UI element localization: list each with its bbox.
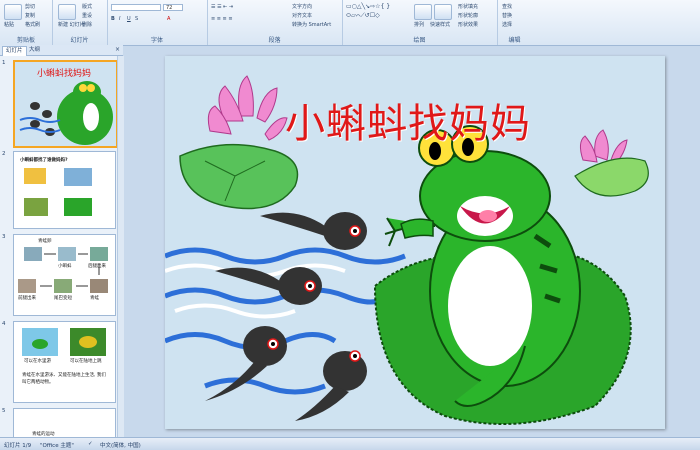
reset-button[interactable]: 重设 — [82, 12, 92, 19]
thumb3-label: 前腿出来 — [18, 296, 36, 301]
slide-thumbnails-panel: 1 小蝌蚪找妈妈 2 小蝌蚪都找了谁做妈妈? 3 青蛙卵 小蝌蚪 后腿出来 前腿… — [0, 56, 124, 437]
clipboard-group: 粘贴 剪切 复制 格式刷 剪贴板 — [0, 0, 53, 45]
shapes-gallery[interactable]: ▭○△╲↘⇨☆{ } — [346, 3, 390, 10]
paragraph-label: 段落 — [268, 37, 281, 44]
align-icon[interactable]: ≡ ≡ ≡ ≡ — [211, 16, 233, 22]
thumb3-art — [18, 247, 108, 293]
thumb4-body: 青蛙在水里游泳、又能在陆地上生活, 我们叫它两栖动物。 — [22, 373, 106, 385]
slides-group: 新建 幻灯片 版式 重设 删除 幻灯片 — [52, 0, 108, 45]
thumb-number: 1 — [2, 60, 6, 66]
new-slide-icon[interactable] — [58, 4, 76, 20]
thumb-number: 5 — [2, 408, 6, 414]
quick-styles-button[interactable]: 快速样式 — [430, 21, 450, 28]
editing-label: 编辑 — [508, 37, 521, 44]
thumbnail-scrollbar[interactable] — [117, 56, 124, 437]
clipboard-label: 剪贴板 — [16, 37, 35, 44]
paragraph-group: ☰ ☰ ⇤ ⇥ ≡ ≡ ≡ ≡ 文字方向 对齐文本 转换为 SmartArt 段… — [207, 0, 343, 45]
thumb1-title: 小蝌蚪找妈妈 — [37, 69, 92, 79]
theme-name: "Office 主题" — [40, 443, 74, 449]
arrange-button[interactable]: 排列 — [414, 21, 424, 28]
shape-effects-button[interactable]: 形状效果 — [458, 21, 478, 28]
thumbnail-slide-5[interactable]: 青蛙的运动 — [13, 408, 116, 437]
slide-canvas[interactable]: 小蝌蚪找妈妈 — [165, 56, 665, 429]
convert-smartart-button[interactable]: 转换为 SmartArt — [292, 21, 331, 28]
cut-button[interactable]: 剪切 — [25, 3, 35, 10]
slide-title[interactable]: 小蝌蚪找妈妈 — [285, 91, 531, 149]
layout-button[interactable]: 版式 — [82, 3, 92, 10]
panel-tabs: 幻灯片 大纲 × — [0, 45, 123, 56]
shape-outline-button[interactable]: 形状轮廓 — [458, 12, 478, 19]
thumb4-caption: 可以在水里游 — [24, 359, 51, 364]
bold-icon[interactable]: B — [111, 16, 115, 22]
italic-icon[interactable]: I — [119, 16, 120, 22]
align-text-button[interactable]: 对齐文本 — [292, 12, 312, 19]
arrange-icon[interactable] — [414, 4, 432, 20]
underline-icon[interactable]: U — [127, 16, 131, 22]
thumb3-label: 青蛙 — [90, 296, 99, 301]
thumb-number: 2 — [2, 151, 6, 157]
bullets-icon[interactable]: ☰ ☰ ⇤ ⇥ — [211, 4, 233, 10]
new-slide-button[interactable]: 新建 幻灯片 — [58, 21, 85, 28]
text-direction-button[interactable]: 文字方向 — [292, 3, 312, 10]
drawing-group: ▭○△╲↘⇨☆{ } ⬭▱⌒⟋↺☐◇ 排列 快速样式 形状填充 形状轮廓 形状效… — [342, 0, 498, 45]
paste-button[interactable]: 粘贴 — [4, 21, 14, 28]
format-painter-button[interactable]: 格式刷 — [25, 21, 40, 28]
spellcheck-icon[interactable]: ✓ — [88, 441, 93, 447]
thumb2-question: 小蝌蚪都找了谁做妈妈? — [20, 158, 68, 163]
language-status: 中文(简体, 中国) — [100, 443, 141, 449]
shape-fill-button[interactable]: 形状填充 — [458, 3, 478, 10]
strikethrough-icon[interactable]: S — [135, 16, 138, 22]
thumb-number: 3 — [2, 234, 6, 240]
font-label: 字体 — [150, 37, 163, 44]
ribbon: 粘贴 剪切 复制 格式刷 剪贴板 新建 幻灯片 版式 重设 删除 幻灯片 72 … — [0, 0, 700, 46]
select-button[interactable]: 选择 — [502, 21, 512, 28]
editing-group: 查找 替换 选择 编辑 — [497, 0, 532, 45]
slide-count: 幻灯片 1/9 — [4, 443, 32, 449]
thumb3-label: 小蝌蚪 — [58, 264, 72, 269]
thumbnail-slide-3[interactable]: 青蛙卵 小蝌蚪 后腿出来 前腿出来 尾巴变短 青蛙 — [13, 234, 116, 316]
thumb-number: 4 — [2, 321, 6, 327]
thumbnail-slide-4[interactable]: 可以在水里游 可以在陆地上跳 青蛙在水里游泳、又能在陆地上生活, 我们叫它两栖动… — [13, 321, 116, 403]
thumbnail-slide-1[interactable]: 小蝌蚪找妈妈 — [13, 60, 118, 148]
font-name-select[interactable] — [111, 4, 161, 11]
paste-icon[interactable] — [4, 4, 22, 20]
status-bar: 幻灯片 1/9 "Office 主题" ✓ 中文(简体, 中国) — [0, 437, 700, 450]
thumb3-label: 尾巴变短 — [54, 296, 72, 301]
tadpole — [260, 212, 367, 250]
tab-slides[interactable]: 幻灯片 — [2, 46, 27, 56]
thumb2-art — [24, 168, 92, 216]
thumb3-label: 后腿出来 — [88, 264, 106, 269]
replace-button[interactable]: 替换 — [502, 12, 512, 19]
drawing-label: 绘图 — [413, 37, 426, 44]
delete-button[interactable]: 删除 — [82, 21, 92, 28]
tab-outline[interactable]: 大纲 — [26, 46, 43, 55]
shapes-gallery-row2[interactable]: ⬭▱⌒⟋↺☐◇ — [346, 12, 380, 20]
thumb4-caption: 可以在陆地上跳 — [70, 359, 102, 364]
font-group: 72 B I U S A 字体 — [107, 0, 208, 45]
font-size-select[interactable]: 72 — [163, 4, 183, 11]
close-icon[interactable]: × — [115, 46, 120, 53]
copy-button[interactable]: 复制 — [25, 12, 35, 19]
thumbnail-slide-2[interactable]: 小蝌蚪都找了谁做妈妈? — [13, 151, 116, 229]
quick-styles-icon[interactable] — [434, 4, 452, 20]
font-color-icon[interactable]: A — [167, 16, 170, 22]
slides-label: 幻灯片 — [70, 37, 89, 44]
thumb3-label: 青蛙卵 — [38, 239, 52, 244]
find-button[interactable]: 查找 — [502, 3, 512, 10]
